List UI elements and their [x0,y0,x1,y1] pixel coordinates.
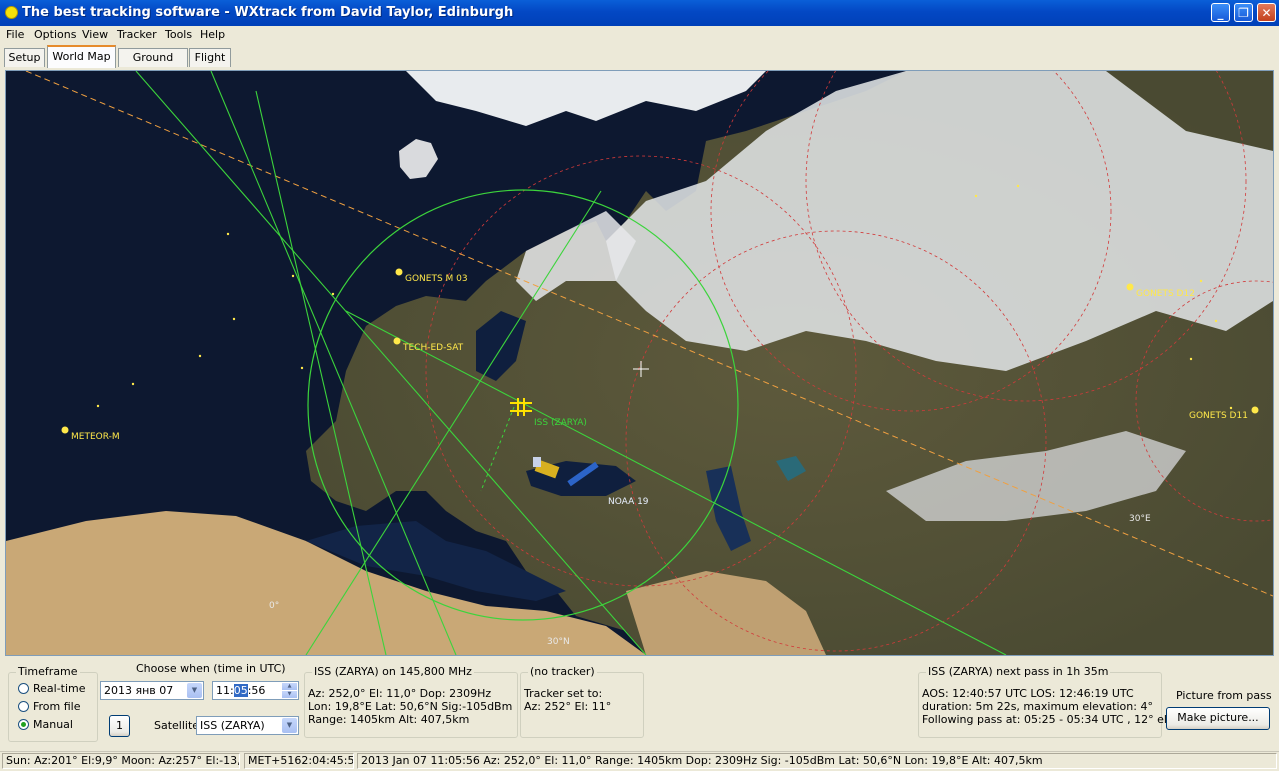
status-details: 2013 Jan 07 11:05:56 Az: 252,0° El: 11,0… [357,753,1277,769]
menu-tracker[interactable]: Tracker [117,28,157,41]
chevron-down-icon[interactable]: ▼ [187,683,202,698]
menu-options[interactable]: Options [34,28,76,41]
menu-tools[interactable]: Tools [165,28,192,41]
step-button[interactable]: 1 [109,715,130,737]
sat-label-meteor-m: METEOR-M [71,432,120,442]
tracker-title: (no tracker) [528,665,597,678]
timeframe-group: Timeframe Real-time From file Manual [8,665,98,742]
spin-down-icon[interactable]: ▼ [282,691,297,698]
choose-when-label: Choose when (time in UTC) [136,662,286,675]
time-minutes-selected: 05 [233,684,248,697]
satellite-select[interactable]: ISS (ZARYA) ▼ [196,716,299,735]
sat-info-line2: Lon: 19,8°E Lat: 50,6°N Sig:-105dBm [308,700,513,713]
tab-ground-path[interactable]: Ground Path [118,48,188,82]
close-button[interactable]: ✕ [1257,3,1276,22]
radio-manual-label[interactable]: Manual [33,718,73,731]
grid-label-0: 0° [269,601,279,611]
next-pass-line2: duration: 5m 22s, maximum elevation: 4° [922,700,1153,713]
world-map-canvas[interactable]: GONETS M 03 TECH-ED-SAT METEOR-M ISS (ZA… [6,71,1273,655]
title-bar: The best tracking software - WXtrack fro… [0,0,1279,26]
sat-info-group: ISS (ZARYA) on 145,800 MHz Az: 252,0° El… [304,665,518,738]
status-bar: Sun: Az:201° El:9,9° Moon: Az:257° El:-1… [0,751,1279,771]
radio-from-file[interactable] [18,701,29,712]
world-map[interactable]: GONETS M 03 TECH-ED-SAT METEOR-M ISS (ZA… [5,70,1274,656]
menu-view[interactable]: View [82,28,108,41]
tracker-group: (no tracker) Tracker set to: Az: 252° El… [520,665,644,738]
picture-label: Picture from pass [1176,689,1272,702]
menu-help[interactable]: Help [200,28,225,41]
status-sun-moon: Sun: Az:201° El:9,9° Moon: Az:257° El:-1… [2,753,240,769]
window-title: The best tracking software - WXtrack fro… [22,5,514,20]
menu-bar: File Options View Tracker Tools Help [0,26,1279,45]
grid-label-30e: 30°E [1129,514,1151,524]
time-seconds: :56 [247,684,266,697]
minimize-button[interactable]: _ [1211,3,1230,22]
sat-info-title: ISS (ZARYA) on 145,800 MHz [312,665,474,678]
next-pass-line3: Following pass at: 05:25 - 05:34 UTC , 1… [922,713,1183,726]
next-pass-line1: AOS: 12:40:57 UTC LOS: 12:46:19 UTC [922,687,1134,700]
sat-label-tech-ed-sat: TECH-ED-SAT [402,343,464,353]
chevron-down-icon[interactable]: ▼ [282,718,297,733]
tab-world-map[interactable]: World Map [47,45,116,68]
time-hours: 11: [216,684,234,697]
date-picker[interactable]: 2013 янв 07 ▼ [100,681,204,700]
status-met: MET+5162:04:45:56 [244,753,354,769]
grid-label-30n: 30°N [547,637,570,647]
tab-flight[interactable]: Flight [189,48,231,67]
tracker-line1: Tracker set to: [524,687,603,700]
radio-realtime-label[interactable]: Real-time [33,682,86,695]
radio-realtime[interactable] [18,683,29,694]
spin-up-icon[interactable]: ▲ [282,683,297,690]
next-pass-group: ISS (ZARYA) next pass in 1h 35m AOS: 12:… [918,665,1183,738]
time-input[interactable]: 11:05:56 ▲ ▼ [212,681,299,700]
menu-file[interactable]: File [6,28,24,41]
sat-label-gonets-m03: GONETS M 03 [405,274,468,284]
sat-label-gonets-d12: GONETS D12 [1136,289,1195,299]
tab-setup[interactable]: Setup [4,48,45,67]
sat-info-line1: Az: 252,0° El: 11,0° Dop: 2309Hz [308,687,492,700]
tab-strip: Setup World Map Ground Path Flight [0,45,1279,82]
tracker-line2: Az: 252° El: 11° [524,700,612,713]
next-pass-title: ISS (ZARYA) next pass in 1h 35m [926,665,1111,678]
sat-label-noaa-19: NOAA 19 [608,497,649,507]
maximize-button[interactable]: ❐ [1234,3,1253,22]
app-icon[interactable] [5,6,18,19]
timeframe-label: Timeframe [16,665,80,678]
date-value: 2013 янв 07 [104,684,174,697]
sat-info-line3: Range: 1405km Alt: 407,5km [308,713,470,726]
satellite-select-value: ISS (ZARYA) [200,719,265,732]
sat-label-gonets-d11: GONETS D11 [1189,411,1248,421]
radio-manual[interactable] [18,719,29,730]
sat-label-iss: ISS (ZARYA) [534,418,587,428]
make-picture-button[interactable]: Make picture... [1166,707,1270,730]
satellite-label: Satellite [154,719,200,732]
radio-from-file-label[interactable]: From file [33,700,81,713]
